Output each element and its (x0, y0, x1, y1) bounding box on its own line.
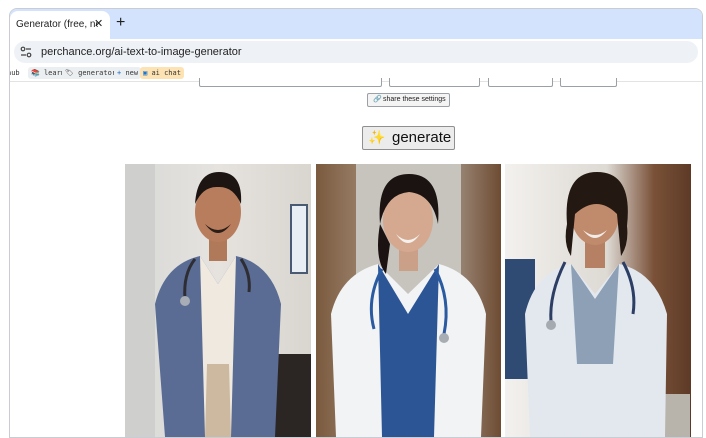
settings-control[interactable] (389, 78, 480, 87)
sparkles-icon: ✨ (368, 129, 386, 145)
plus-icon: + (117, 69, 122, 77)
settings-control[interactable] (560, 78, 617, 87)
generate-label: generate (392, 129, 452, 146)
book-icon: 📚 (31, 69, 40, 77)
close-icon[interactable]: ✕ (94, 17, 103, 30)
chat-icon: ▣ (143, 69, 148, 77)
generated-image[interactable] (316, 164, 501, 437)
doctor-man-illustration (125, 164, 311, 437)
link-icon: 🔗 (373, 96, 382, 103)
browser-tab[interactable]: Generator (free, no sig ✕ (10, 11, 110, 39)
settings-control[interactable] (199, 78, 382, 87)
new-tab-button[interactable]: + (116, 14, 125, 32)
doctor-woman-illustration (331, 164, 486, 437)
tab-strip: Generator (free, no sig ✕ + (10, 9, 702, 39)
site-settings-icon[interactable] (20, 46, 32, 58)
doctor-man-long-hair-illustration (505, 172, 690, 437)
tag-icon: 🏷 (65, 69, 74, 77)
generate-button[interactable]: ✨ generate (362, 126, 455, 150)
settings-control[interactable] (488, 78, 553, 87)
tab-title: Generator (free, no sig (16, 19, 98, 30)
generated-image[interactable] (505, 164, 691, 437)
browser-window: Generator (free, no sig ✕ + perchance.or… (9, 8, 703, 438)
share-settings-label: share these settings (383, 96, 446, 103)
omnibox[interactable]: perchance.org/ai-text-to-image-generator (14, 41, 698, 63)
page-content: 🔗 share these settings ✨ generate (10, 78, 702, 437)
url-text[interactable]: perchance.org/ai-text-to-image-generator (41, 46, 242, 58)
address-bar: perchance.org/ai-text-to-image-generator (10, 39, 702, 65)
bookmark-ai-chat[interactable]: ▣ ai chat (140, 67, 184, 79)
share-settings-button[interactable]: 🔗 share these settings (367, 93, 450, 107)
generated-image[interactable] (125, 164, 311, 437)
bookmark-hub[interactable]: hub (10, 67, 23, 79)
bookmark-new[interactable]: + new (114, 67, 142, 79)
